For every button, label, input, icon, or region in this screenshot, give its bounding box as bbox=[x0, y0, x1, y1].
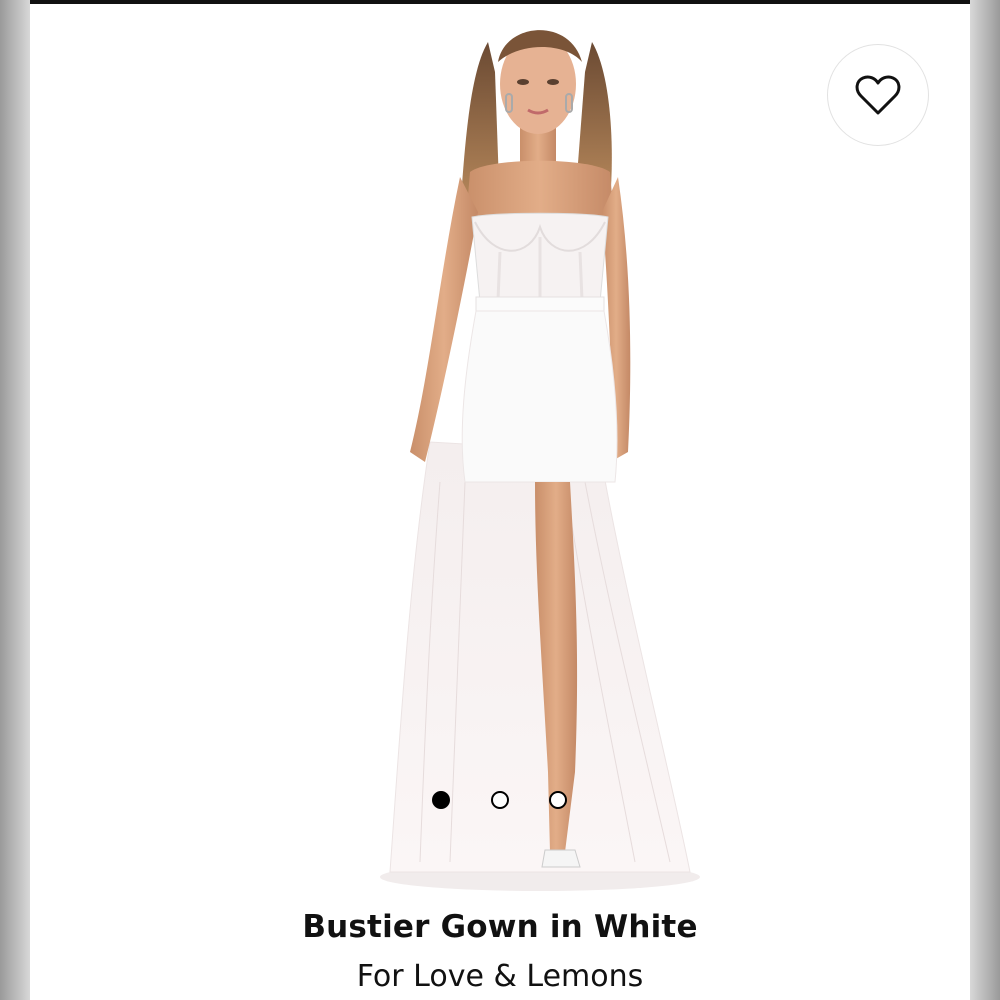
carousel-dot-2[interactable] bbox=[491, 791, 509, 809]
dress-photo-illustration bbox=[380, 30, 700, 891]
product-card: Bustier Gown in White For Love & Lemons bbox=[30, 4, 970, 1000]
carousel-indicators bbox=[30, 789, 970, 811]
favorite-button[interactable] bbox=[827, 44, 929, 146]
product-title: Bustier Gown in White bbox=[302, 909, 698, 945]
heart-outline-icon bbox=[855, 75, 901, 115]
product-brand[interactable]: For Love & Lemons bbox=[30, 959, 970, 994]
product-image[interactable] bbox=[370, 12, 710, 892]
carousel-dot-3[interactable] bbox=[549, 791, 567, 809]
carousel-dot-1[interactable] bbox=[432, 791, 450, 809]
